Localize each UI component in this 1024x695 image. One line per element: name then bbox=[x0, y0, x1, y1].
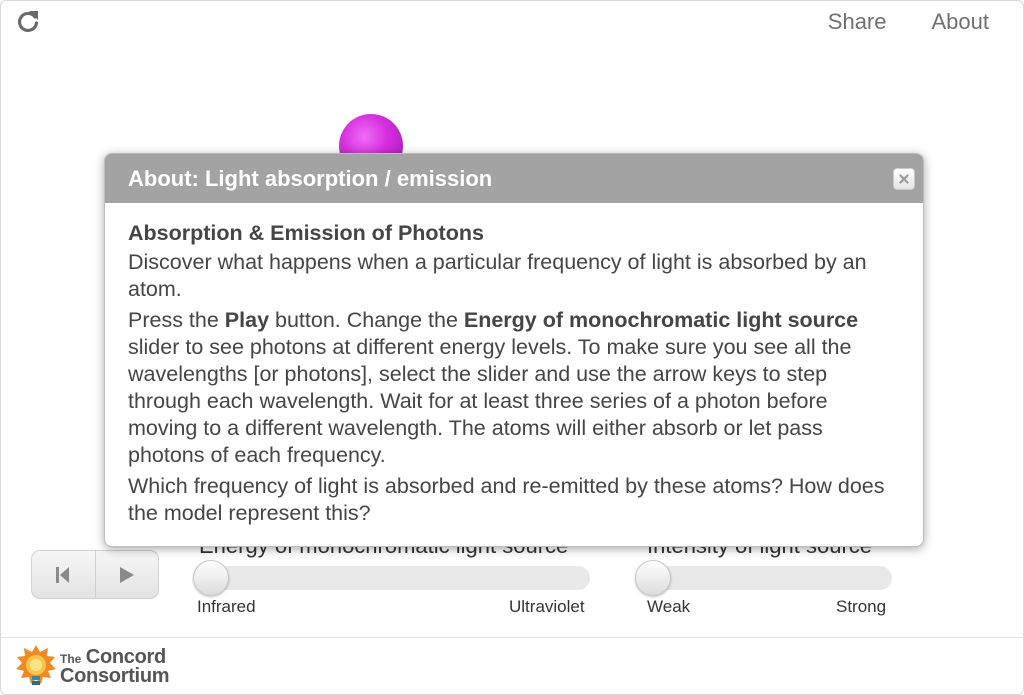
reload-icon[interactable] bbox=[15, 9, 41, 35]
dialog-body: Absorption & Emission of Photons Discove… bbox=[105, 203, 923, 527]
dialog-paragraph-1: Discover what happens when a particular … bbox=[128, 250, 867, 301]
play-button[interactable] bbox=[94, 551, 159, 598]
intensity-min-label: Weak bbox=[647, 597, 691, 616]
dialog-title: About: Light absorption / emission bbox=[128, 165, 493, 191]
close-icon bbox=[899, 174, 909, 184]
dialog-paragraph-3: Which frequency of light is absorbed and… bbox=[128, 474, 885, 525]
footer: The Concord Consortium bbox=[1, 637, 1023, 694]
energy-slider-track[interactable] bbox=[193, 560, 590, 596]
top-nav: Share About bbox=[828, 9, 989, 35]
intensity-slider-track[interactable] bbox=[635, 560, 892, 596]
share-link[interactable]: Share bbox=[828, 9, 887, 35]
skip-back-icon bbox=[56, 566, 70, 583]
playback-controls bbox=[31, 550, 159, 599]
lightbulb-icon[interactable] bbox=[15, 644, 57, 690]
play-icon bbox=[119, 566, 134, 583]
dialog-header: About: Light absorption / emission bbox=[105, 154, 923, 203]
logo-consortium: Consortium bbox=[60, 665, 170, 687]
p2-bold-play: Play bbox=[224, 308, 270, 332]
intensity-slider-thumb[interactable] bbox=[635, 560, 671, 596]
dialog-paragraph-2: Press the Play button. Change the Energy… bbox=[128, 307, 901, 469]
app-frame: Share About Energy of monochromatic ligh… bbox=[0, 0, 1024, 695]
p2-text-2: button. Change the bbox=[269, 308, 464, 332]
energy-min-label: Infrared bbox=[197, 597, 256, 616]
about-link[interactable]: About bbox=[932, 9, 990, 35]
energy-max-label: Ultraviolet bbox=[509, 597, 585, 616]
energy-slider-thumb[interactable] bbox=[193, 560, 229, 596]
logo-the: The bbox=[60, 652, 82, 666]
logo-wordmark[interactable]: The Concord Consortium bbox=[60, 647, 170, 687]
reset-button[interactable] bbox=[32, 551, 95, 598]
p2-text-1: Press the bbox=[128, 308, 225, 332]
dialog-heading: Absorption & Emission of Photons bbox=[128, 221, 484, 245]
intensity-max-label: Strong bbox=[836, 597, 887, 616]
about-dialog: About: Light absorption / emission Absor… bbox=[104, 153, 924, 547]
p2-text-3: slider to see photons at different energ… bbox=[128, 335, 852, 467]
p2-bold-energy: Energy of monochromatic light source bbox=[463, 308, 859, 332]
close-button[interactable] bbox=[893, 168, 915, 190]
